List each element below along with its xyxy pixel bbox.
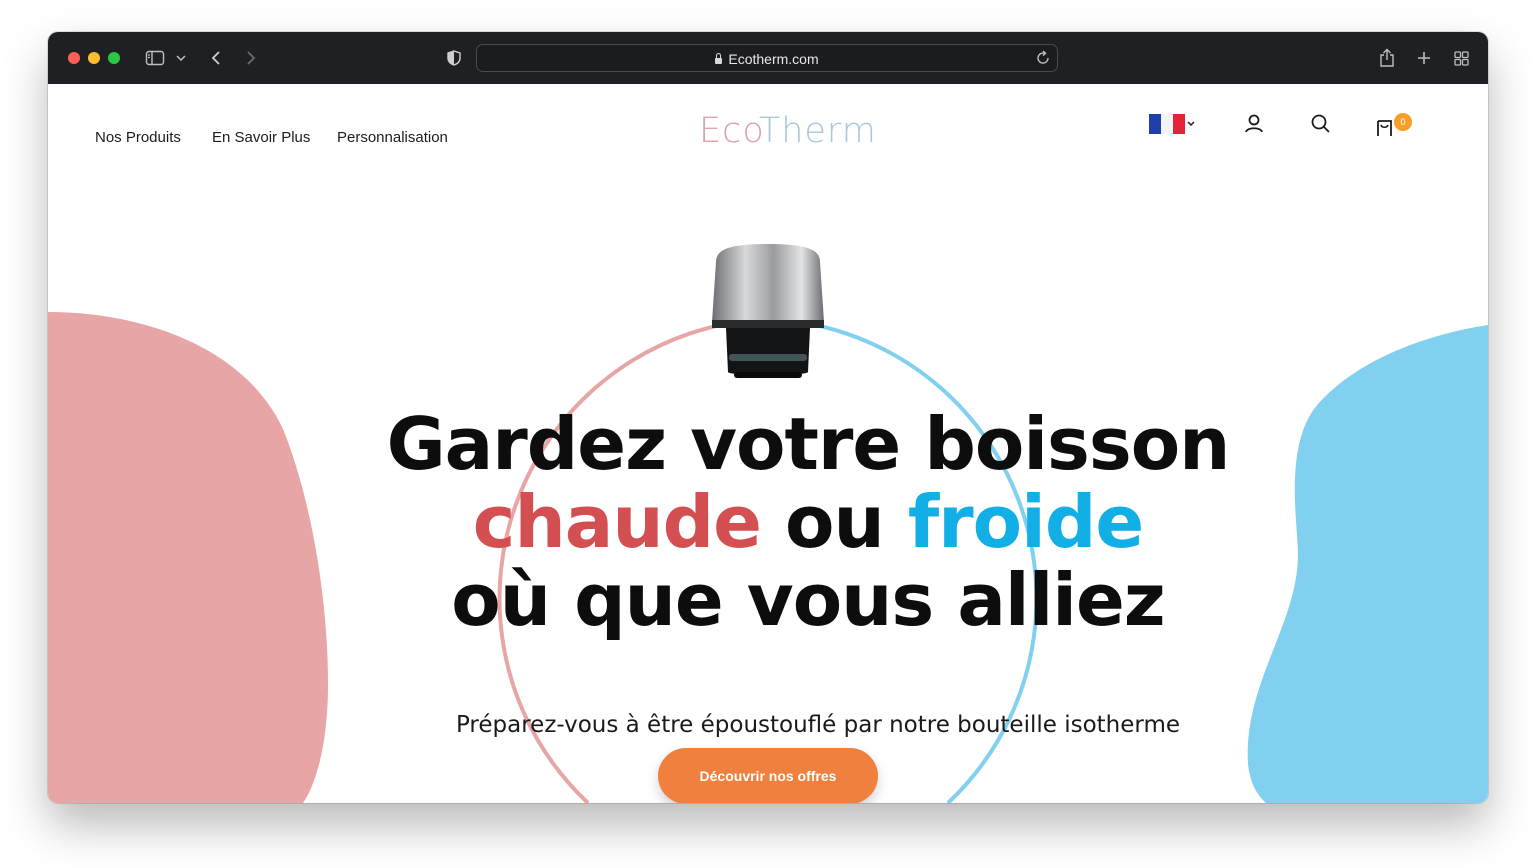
lock-icon <box>715 53 723 64</box>
close-window-button[interactable] <box>68 52 80 64</box>
hero-subtitle: Préparez-vous à être époustouflé par not… <box>455 712 1181 738</box>
chevron-down-icon[interactable] <box>174 46 188 70</box>
site-logo[interactable]: EcoTherm <box>699 111 877 151</box>
user-icon[interactable] <box>1243 112 1265 141</box>
bottle-cap-image <box>712 244 824 378</box>
browser-window: Ecotherm.com Nos Produits En Savoir Plus… <box>48 32 1488 803</box>
address-bar[interactable]: Ecotherm.com <box>476 44 1058 72</box>
nav-personnalisation[interactable]: Personnalisation <box>337 129 448 146</box>
url-text: Ecotherm.com <box>728 51 819 67</box>
sidebar-icon[interactable] <box>144 46 166 70</box>
connector-word: ou <box>785 480 885 564</box>
discover-offers-button[interactable]: Découvrir nos offres <box>658 748 878 803</box>
search-icon[interactable] <box>1309 112 1331 141</box>
shield-icon[interactable] <box>444 46 464 70</box>
back-icon[interactable] <box>206 46 226 70</box>
hero-headline-line-2: chaude ou froide <box>48 480 1488 564</box>
tab-overview-icon[interactable] <box>1451 46 1471 70</box>
nav-en-savoir-plus[interactable]: En Savoir Plus <box>212 129 310 146</box>
maximize-window-button[interactable] <box>108 52 120 64</box>
hero-headline-line-1: Gardez votre boisson <box>386 402 1231 486</box>
minimize-window-button[interactable] <box>88 52 100 64</box>
web-page: Nos Produits En Savoir Plus Personnalisa… <box>48 84 1488 803</box>
hot-word: chaude <box>472 480 762 564</box>
new-tab-icon[interactable] <box>1414 46 1434 70</box>
share-icon[interactable] <box>1376 46 1398 70</box>
browser-toolbar: Ecotherm.com <box>48 32 1488 84</box>
hero-headline-line-3: où que vous alliez <box>451 558 1165 642</box>
cart-count-badge: 0 <box>1394 113 1412 131</box>
france-flag-icon[interactable] <box>1149 112 1199 141</box>
cold-word: froide <box>907 480 1144 564</box>
reload-icon[interactable] <box>1035 49 1051 72</box>
nav-nos-produits[interactable]: Nos Produits <box>95 129 181 146</box>
forward-icon[interactable] <box>241 46 261 70</box>
